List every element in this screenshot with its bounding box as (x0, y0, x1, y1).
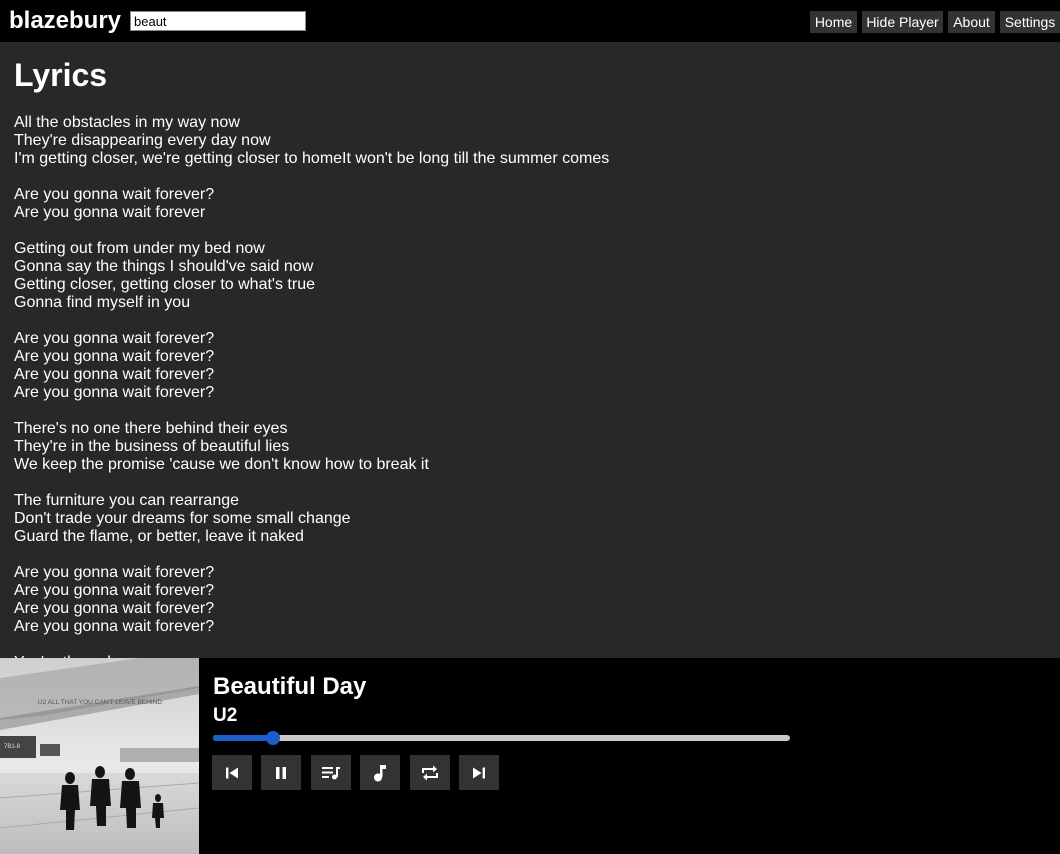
queue-music-icon (321, 765, 341, 781)
album-art: U2 ALL THAT YOU CAN'T LEAVE BEHIND 7B1-8 (0, 658, 199, 854)
album-art-sign: 7B1-8 (4, 744, 21, 750)
queue-button[interactable] (311, 755, 351, 790)
track-artist: U2 (213, 705, 238, 726)
previous-button[interactable] (212, 755, 252, 790)
repeat-icon (420, 764, 440, 782)
pause-button[interactable] (261, 755, 301, 790)
next-button[interactable] (459, 755, 499, 790)
progress-fill (213, 735, 273, 741)
progress-thumb[interactable] (266, 731, 280, 745)
brand-logo[interactable]: blazebury (9, 6, 121, 36)
album-art-caption: U2 ALL THAT YOU CAN'T LEAVE BEHIND (38, 699, 162, 706)
skip-previous-icon (224, 765, 240, 781)
repeat-button[interactable] (410, 755, 450, 790)
nav-home-button[interactable]: Home (810, 11, 857, 33)
skip-next-icon (471, 765, 487, 781)
lyrics-text: All the obstacles in my way now They're … (14, 114, 610, 658)
lyrics-content[interactable]: Lyrics All the obstacles in my way now T… (0, 42, 1060, 658)
track-title: Beautiful Day (213, 673, 367, 700)
nav-hide-player-button[interactable]: Hide Player (862, 11, 943, 33)
music-note-icon (372, 764, 388, 782)
progress-slider[interactable] (213, 731, 790, 745)
page-title: Lyrics (14, 57, 108, 93)
lyrics-button[interactable] (360, 755, 400, 790)
pause-icon (273, 765, 289, 781)
top-bar: blazebury Home Hide Player About Setting… (0, 0, 1060, 42)
music-player: U2 ALL THAT YOU CAN'T LEAVE BEHIND 7B1-8… (0, 658, 1060, 854)
nav-settings-button[interactable]: Settings (1000, 11, 1060, 33)
search-input[interactable] (130, 11, 306, 31)
nav-about-button[interactable]: About (948, 11, 995, 33)
